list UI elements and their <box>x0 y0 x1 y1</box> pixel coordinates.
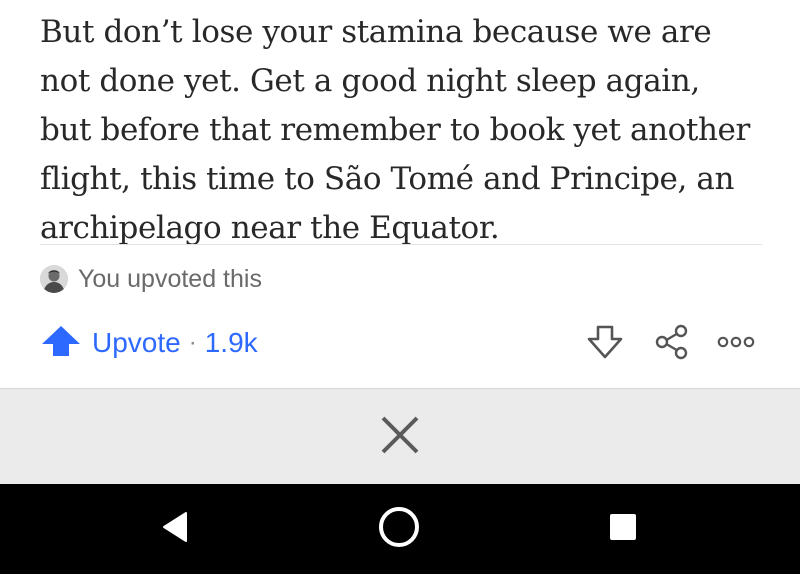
downvote-button[interactable] <box>585 324 625 364</box>
share-button[interactable] <box>652 324 692 364</box>
divider <box>40 244 762 245</box>
recents-button[interactable] <box>598 504 648 554</box>
arrow-down-outline-icon <box>586 324 624 365</box>
answer-line: not done yet. Get a good night sleep aga… <box>40 63 700 99</box>
recents-square-icon <box>607 511 639 548</box>
home-circle-icon <box>376 504 422 555</box>
upvoted-label: You upvoted this <box>78 264 262 293</box>
answer-line: archipelago near the Equator. <box>40 210 500 246</box>
share-icon <box>653 323 691 366</box>
dismiss-bar <box>0 388 800 484</box>
system-navigation-bar <box>0 484 800 574</box>
more-options-button[interactable] <box>716 324 756 364</box>
answer-line: But don’t lose your stamina because we a… <box>40 14 712 50</box>
upvote-button[interactable]: Upvote · 1.9k <box>40 318 258 368</box>
upvote-count: 1.9k <box>204 327 258 358</box>
answer-line: flight, this time to São Tomé and Princi… <box>40 161 735 197</box>
answer-card: But don’t lose your stamina because we a… <box>0 0 800 388</box>
home-button[interactable] <box>374 504 424 554</box>
back-button[interactable] <box>150 504 200 554</box>
answer-line: but before that remember to book yet ano… <box>40 112 750 148</box>
action-bar: Upvote · 1.9k <box>40 318 760 368</box>
arrow-up-icon <box>40 324 82 363</box>
close-icon <box>379 414 421 461</box>
upvoted-status: You upvoted this <box>40 262 262 296</box>
back-triangle-icon <box>160 510 190 549</box>
separator-dot: · <box>188 329 197 356</box>
more-options-icon <box>716 335 756 354</box>
screen: But don’t lose your stamina because we a… <box>0 0 800 574</box>
answer-body: But don’t lose your stamina because we a… <box>40 8 770 253</box>
close-button[interactable] <box>374 411 426 463</box>
avatar[interactable] <box>40 265 68 293</box>
upvote-label: Upvote <box>92 327 181 358</box>
